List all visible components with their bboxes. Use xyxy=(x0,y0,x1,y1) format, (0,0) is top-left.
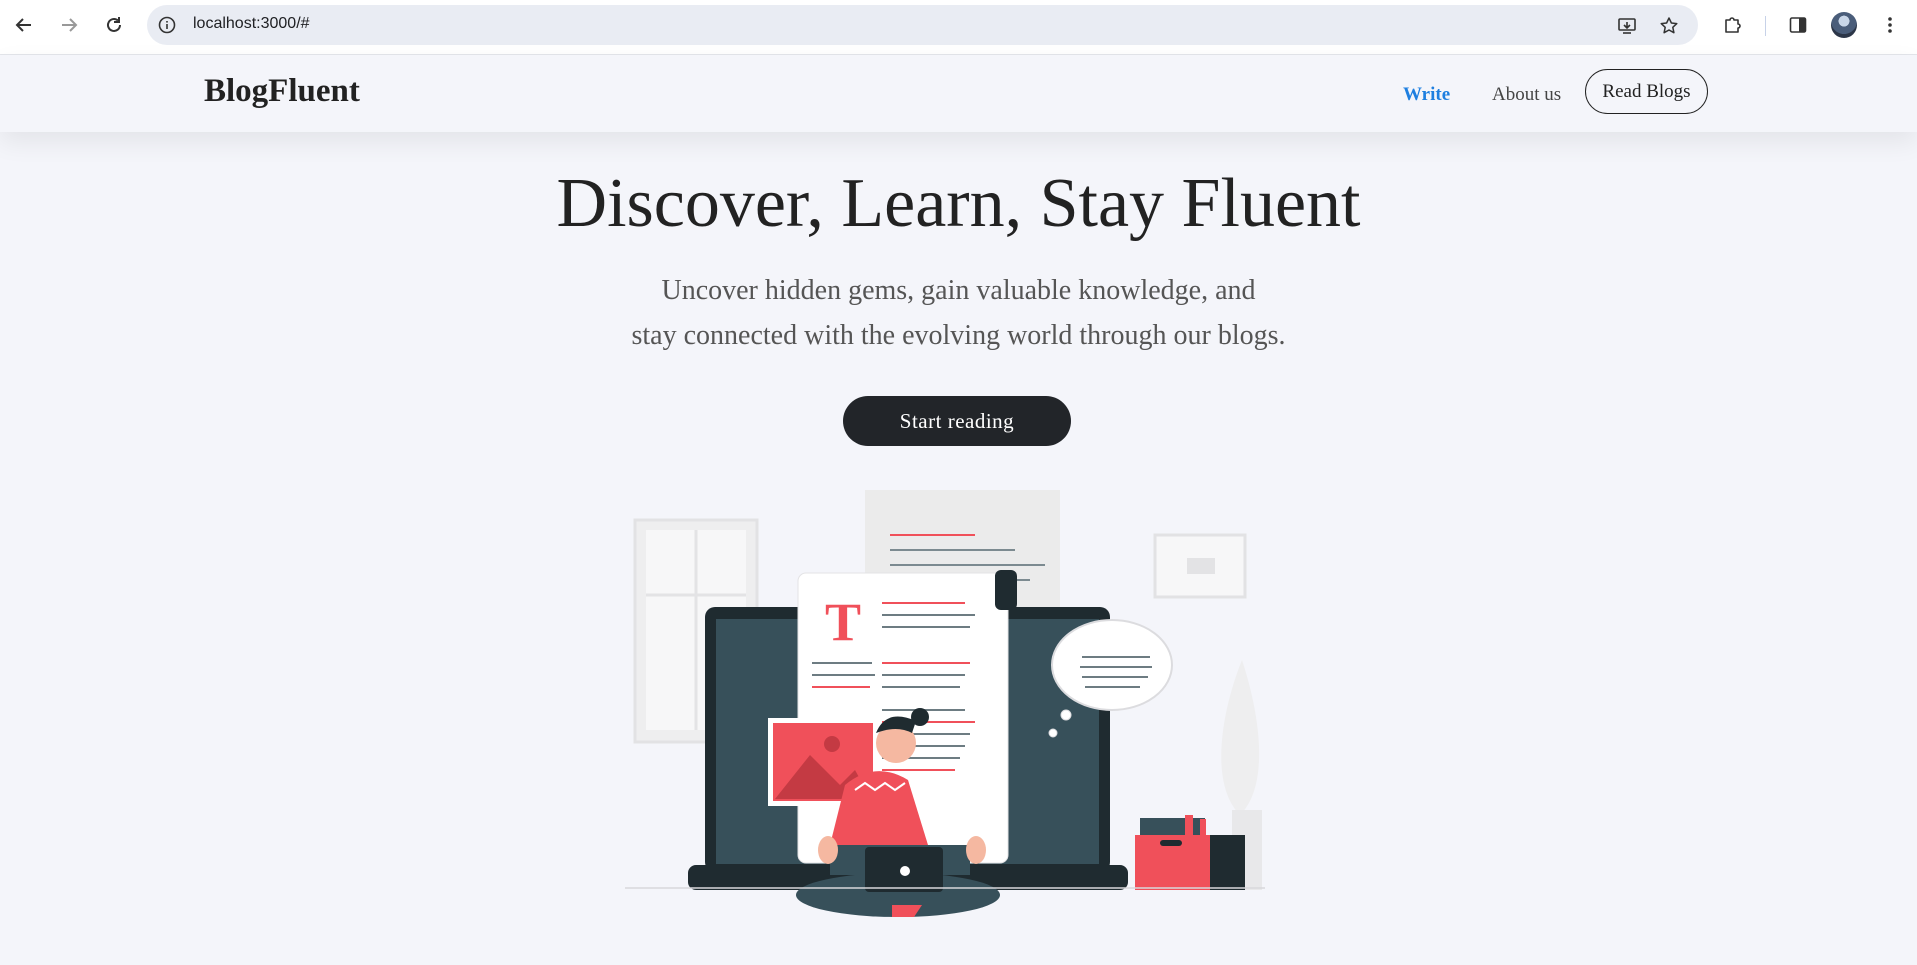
hero-title: Discover, Learn, Stay Fluent xyxy=(556,165,1361,242)
back-button[interactable] xyxy=(9,10,39,40)
nav-about-link[interactable]: About us xyxy=(1492,84,1561,106)
kebab-menu-icon xyxy=(1888,17,1892,33)
site-info-button[interactable] xyxy=(157,15,177,35)
reload-button[interactable] xyxy=(99,10,129,40)
install-app-icon xyxy=(1618,18,1636,34)
thought-bubble-illustration xyxy=(1048,619,1173,738)
profile-avatar[interactable] xyxy=(1831,12,1857,38)
read-blogs-button[interactable]: Read Blogs xyxy=(1585,69,1708,114)
hero-illustration: T ... xyxy=(625,490,1265,917)
star-icon xyxy=(1660,17,1678,34)
toolbar-divider xyxy=(1765,16,1766,36)
start-reading-button[interactable]: Start reading xyxy=(843,396,1071,446)
brand-logo[interactable]: BlogFluent xyxy=(204,73,360,110)
bookmark-button[interactable] xyxy=(1658,15,1680,37)
info-icon xyxy=(158,16,176,34)
extensions-button[interactable] xyxy=(1720,12,1746,38)
browser-toolbar: localhost:3000/# xyxy=(0,0,1917,55)
nav-write-link[interactable]: Write xyxy=(1403,84,1450,106)
address-bar[interactable]: localhost:3000/# xyxy=(147,5,1698,45)
forward-arrow-icon xyxy=(62,18,78,32)
forward-button[interactable] xyxy=(54,10,84,40)
side-panel-icon xyxy=(1789,17,1807,33)
back-arrow-icon xyxy=(15,18,31,32)
url-text[interactable]: localhost:3000/# xyxy=(193,15,310,33)
hero-subtitle: Uncover hidden gems, gain valuable knowl… xyxy=(0,268,1917,358)
hero-subtitle-line-2: stay connected with the evolving world t… xyxy=(631,320,1286,351)
side-panel-button[interactable] xyxy=(1785,12,1811,38)
storage-box-illustration xyxy=(1135,815,1245,890)
browser-menu-button[interactable] xyxy=(1877,12,1903,38)
hero-subtitle-line-1: Uncover hidden gems, gain valuable knowl… xyxy=(661,275,1256,306)
reload-icon xyxy=(107,17,121,32)
puzzle-icon xyxy=(1725,17,1741,33)
install-app-button[interactable] xyxy=(1616,15,1638,37)
letter-t-glyph: T xyxy=(825,592,861,652)
wall-frame-illustration xyxy=(1153,533,1247,599)
site-navbar: BlogFluent Write About us Read Blogs xyxy=(0,55,1917,132)
